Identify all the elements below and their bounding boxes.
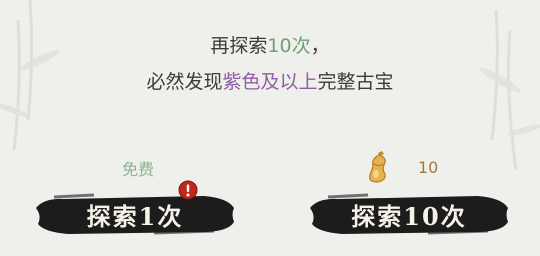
notice-line-1-prefix: 再探索 xyxy=(210,35,268,57)
golden-gourd-icon xyxy=(369,151,386,183)
remaining-draw-count: 10次 xyxy=(267,35,311,57)
alert-badge-icon xyxy=(178,180,198,200)
notice-line-1: 再探索10次， xyxy=(0,28,540,64)
explore-once-button[interactable]: 探索1次 xyxy=(34,186,236,242)
notice-line-2-suffix: 完整古宝 xyxy=(317,71,394,93)
notice-line-2-prefix: 必然发现 xyxy=(146,71,223,93)
ten-draw-cost-amount: 10 xyxy=(418,157,439,177)
single-draw-cost: 免费 xyxy=(121,160,154,179)
ten-draw-cost: 10 xyxy=(362,150,438,184)
explore-once-label: 探索1次 xyxy=(86,201,184,231)
explore-ten-times-label: 探索10次 xyxy=(351,201,467,231)
guarantee-notice: 再探索10次， 必然发现紫色及以上完整古宝 xyxy=(0,28,540,100)
explore-ten-times-button[interactable]: 探索10次 xyxy=(308,186,510,242)
notice-line-1-suffix: ， xyxy=(310,35,330,57)
notice-line-2: 必然发现紫色及以上完整古宝 xyxy=(0,64,540,100)
guaranteed-quality: 紫色及以上 xyxy=(222,71,318,93)
